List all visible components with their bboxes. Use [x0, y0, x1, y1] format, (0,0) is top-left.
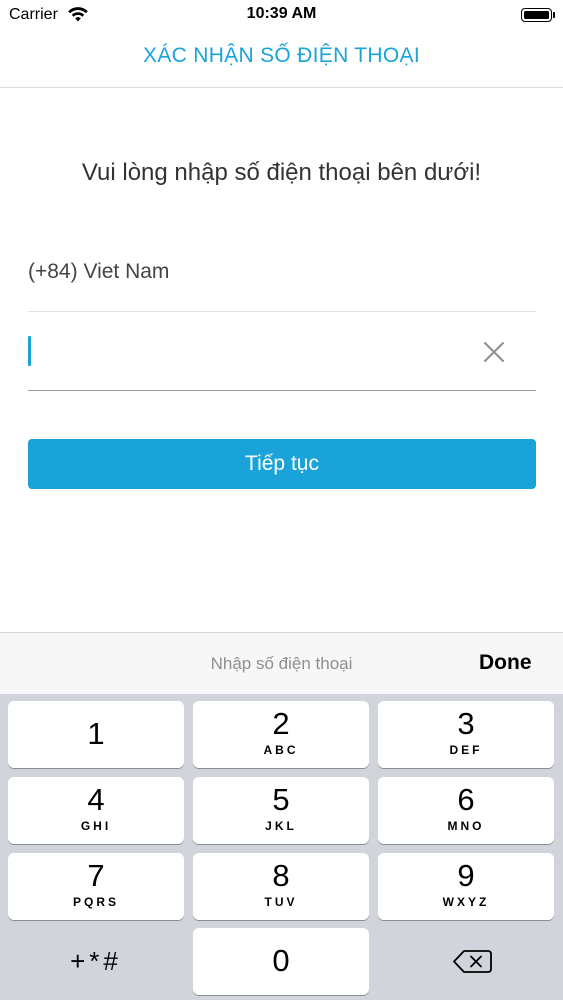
key-8[interactable]: 8 TUV	[193, 853, 369, 920]
backspace-icon[interactable]	[378, 928, 554, 995]
battery-cap	[553, 12, 555, 18]
key-6[interactable]: 6 MNO	[378, 777, 554, 844]
key-letters: GHI	[80, 819, 112, 833]
key-9[interactable]: 9 WXYZ	[378, 853, 554, 920]
key-digit: 4	[87, 782, 105, 817]
key-digit: 9	[457, 858, 475, 893]
key-digit: 6	[457, 782, 475, 817]
key-letters: WXYZ	[442, 895, 490, 909]
status-time: 10:39 AM	[246, 5, 317, 22]
instruction-text: Vui lòng nhập số điện thoại bên dưới!	[81, 159, 482, 186]
key-letters: JKL	[265, 819, 297, 833]
done-button[interactable]: Done	[479, 651, 532, 675]
key-digit: 1	[87, 716, 105, 751]
symbols-key[interactable]: +*#	[8, 928, 184, 995]
key-7[interactable]: 7 PQRS	[8, 853, 184, 920]
phone-input[interactable]	[28, 332, 468, 370]
continue-button[interactable]: Tiếp tục	[28, 439, 536, 489]
nav-bar: XÁC NHẬN SỐ ĐIỆN THOẠI	[0, 30, 563, 88]
key-2[interactable]: 2 ABC	[193, 701, 369, 768]
key-letters: PQRS	[72, 895, 119, 909]
key-digit: 3	[457, 706, 475, 741]
key-digit: 5	[272, 782, 290, 817]
key-4[interactable]: 4 GHI	[8, 777, 184, 844]
battery-icon	[521, 8, 552, 22]
key-0[interactable]: 0	[193, 928, 369, 995]
phone-field-row	[28, 312, 536, 391]
phone-verification-screen: Carrier 10:39 AM XÁC NHẬN SỐ ĐIỆN THOẠI …	[0, 0, 563, 1000]
key-letters: MNO	[447, 819, 485, 833]
key-digit: 2	[272, 706, 290, 741]
key-digit: 0	[272, 943, 290, 978]
key-5[interactable]: 5 JKL	[193, 777, 369, 844]
key-3[interactable]: 3 DEF	[378, 701, 554, 768]
key-letters: ABC	[263, 743, 299, 757]
country-label: (+84) Viet Nam	[28, 260, 170, 283]
close-icon[interactable]	[480, 338, 508, 366]
key-letters: DEF	[449, 743, 483, 757]
key-1[interactable]: 1	[8, 701, 184, 768]
key-digit: 8	[272, 858, 290, 893]
key-letters: TUV	[264, 895, 298, 909]
status-bar: Carrier 10:39 AM	[0, 0, 563, 30]
page-title: XÁC NHẬN SỐ ĐIỆN THOẠI	[143, 44, 420, 67]
key-digit: 7	[87, 858, 105, 893]
country-selector[interactable]: (+84) Viet Nam	[28, 234, 536, 312]
keyboard-accessory-bar: Nhập số điện thoại Done	[0, 632, 563, 694]
